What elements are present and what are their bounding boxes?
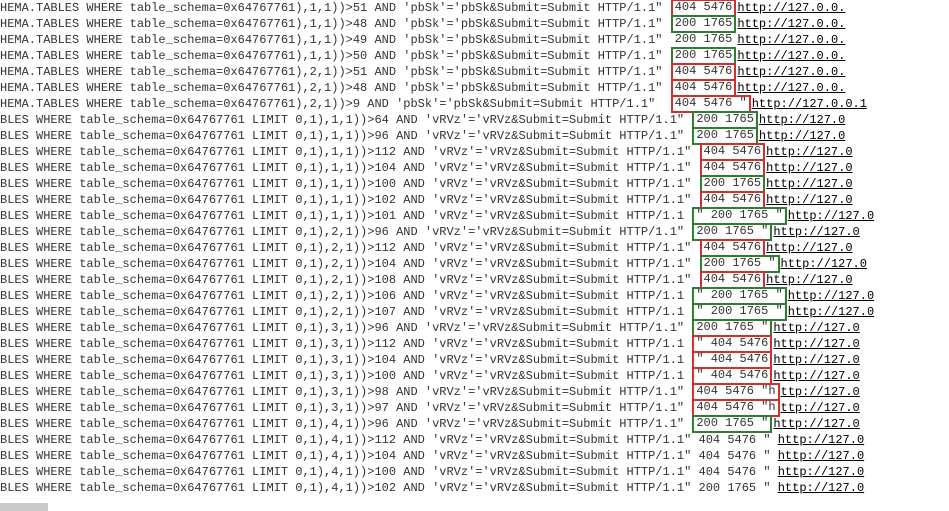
log-line: BLES WHERE table_schema=0x64767761 LIMIT… [0, 144, 949, 160]
referer-link[interactable]: http://127.0 [778, 464, 864, 480]
log-line: BLES WHERE table_schema=0x64767761 LIMIT… [0, 112, 949, 128]
referer-link[interactable]: http://127.0.0.1 [752, 96, 867, 112]
log-line: BLES WHERE table_schema=0x64767761 LIMIT… [0, 256, 949, 272]
log-line: HEMA.TABLES WHERE table_schema=0x6476776… [0, 80, 949, 96]
request-text: BLES WHERE table_schema=0x64767761 LIMIT… [0, 320, 691, 336]
request-text: HEMA.TABLES WHERE table_schema=0x6476776… [0, 80, 670, 96]
referer-link[interactable]: http://127.0 [773, 416, 859, 432]
referer-link[interactable]: http://127.0.0. [737, 0, 845, 16]
request-text: BLES WHERE table_schema=0x64767761 LIMIT… [0, 368, 691, 384]
log-line: HEMA.TABLES WHERE table_schema=0x6476776… [0, 16, 949, 32]
request-text: HEMA.TABLES WHERE table_schema=0x6476776… [0, 0, 670, 16]
request-text: BLES WHERE table_schema=0x64767761 LIMIT… [0, 192, 699, 208]
request-text: BLES WHERE table_schema=0x64767761 LIMIT… [0, 384, 691, 400]
referer-link[interactable]: http://127.0 [778, 480, 864, 496]
log-line: BLES WHERE table_schema=0x64767761 LIMIT… [0, 128, 949, 144]
log-line: BLES WHERE table_schema=0x64767761 LIMIT… [0, 368, 949, 384]
log-line: BLES WHERE table_schema=0x64767761 LIMIT… [0, 416, 949, 432]
request-text: BLES WHERE table_schema=0x64767761 LIMIT… [0, 208, 691, 224]
request-text: BLES WHERE table_schema=0x64767761 LIMIT… [0, 224, 691, 240]
referer-link[interactable]: http://127.0 [788, 288, 874, 304]
referer-link[interactable]: http://127.0 [766, 272, 852, 288]
request-text: BLES WHERE table_schema=0x64767761 LIMIT… [0, 128, 691, 144]
referer-link[interactable]: http://127.0 [773, 336, 859, 352]
referer-link[interactable]: http://127.0 [788, 208, 874, 224]
request-text: BLES WHERE table_schema=0x64767761 LIMIT… [0, 448, 778, 464]
log-line: HEMA.TABLES WHERE table_schema=0x6476776… [0, 48, 949, 64]
request-text: BLES WHERE table_schema=0x64767761 LIMIT… [0, 416, 691, 432]
request-text: HEMA.TABLES WHERE table_schema=0x6476776… [0, 48, 670, 64]
request-text: BLES WHERE table_schema=0x64767761 LIMIT… [0, 256, 699, 272]
log-line: BLES WHERE table_schema=0x64767761 LIMIT… [0, 176, 949, 192]
referer-link[interactable]: http://127.0.0. [737, 32, 845, 48]
log-line: BLES WHERE table_schema=0x64767761 LIMIT… [0, 288, 949, 304]
referer-link[interactable]: http://127.0 [773, 368, 859, 384]
request-text: BLES WHERE table_schema=0x64767761 LIMIT… [0, 272, 699, 288]
referer-link[interactable]: http://127.0 [788, 304, 874, 320]
log-line: BLES WHERE table_schema=0x64767761 LIMIT… [0, 464, 949, 480]
log-line: BLES WHERE table_schema=0x64767761 LIMIT… [0, 352, 949, 368]
log-line: BLES WHERE table_schema=0x64767761 LIMIT… [0, 432, 949, 448]
referer-link[interactable]: http://127.0 [773, 320, 859, 336]
log-line: BLES WHERE table_schema=0x64767761 LIMIT… [0, 240, 949, 256]
log-line: HEMA.TABLES WHERE table_schema=0x6476776… [0, 0, 949, 16]
request-text: HEMA.TABLES WHERE table_schema=0x6476776… [0, 16, 670, 32]
referer-link[interactable]: ttp://127.0 [781, 384, 860, 400]
log-line: BLES WHERE table_schema=0x64767761 LIMIT… [0, 224, 949, 240]
log-line: BLES WHERE table_schema=0x64767761 LIMIT… [0, 304, 949, 320]
referer-link[interactable]: http://127.0 [781, 256, 867, 272]
log-line: BLES WHERE table_schema=0x64767761 LIMIT… [0, 160, 949, 176]
log-line: HEMA.TABLES WHERE table_schema=0x6476776… [0, 64, 949, 80]
request-text: HEMA.TABLES WHERE table_schema=0x6476776… [0, 32, 670, 48]
request-text: BLES WHERE table_schema=0x64767761 LIMIT… [0, 176, 699, 192]
request-text: BLES WHERE table_schema=0x64767761 LIMIT… [0, 480, 778, 496]
request-text: BLES WHERE table_schema=0x64767761 LIMIT… [0, 112, 691, 128]
scrollbar-track[interactable] [0, 503, 48, 511]
referer-link[interactable]: http://127.0 [773, 224, 859, 240]
request-text: BLES WHERE table_schema=0x64767761 LIMIT… [0, 352, 691, 368]
referer-link[interactable]: http://127.0 [766, 240, 852, 256]
request-text: BLES WHERE table_schema=0x64767761 LIMIT… [0, 144, 699, 160]
referer-link[interactable]: http://127.0 [766, 144, 852, 160]
request-text: BLES WHERE table_schema=0x64767761 LIMIT… [0, 464, 778, 480]
request-text: BLES WHERE table_schema=0x64767761 LIMIT… [0, 336, 691, 352]
log-line: BLES WHERE table_schema=0x64767761 LIMIT… [0, 448, 949, 464]
log-line: BLES WHERE table_schema=0x64767761 LIMIT… [0, 192, 949, 208]
request-text: HEMA.TABLES WHERE table_schema=0x6476776… [0, 96, 670, 112]
request-text: BLES WHERE table_schema=0x64767761 LIMIT… [0, 288, 691, 304]
log-line: BLES WHERE table_schema=0x64767761 LIMIT… [0, 272, 949, 288]
referer-link[interactable]: http://127.0 [759, 112, 845, 128]
referer-link[interactable]: http://127.0.0. [737, 16, 845, 32]
referer-link[interactable]: http://127.0.0. [737, 64, 845, 80]
referer-link[interactable]: http://127.0.0. [737, 80, 845, 96]
request-text: BLES WHERE table_schema=0x64767761 LIMIT… [0, 240, 699, 256]
referer-link[interactable]: http://127.0 [778, 432, 864, 448]
log-line: HEMA.TABLES WHERE table_schema=0x6476776… [0, 96, 949, 112]
referer-link[interactable]: http://127.0 [766, 176, 852, 192]
log-line: HEMA.TABLES WHERE table_schema=0x6476776… [0, 32, 949, 48]
request-text: BLES WHERE table_schema=0x64767761 LIMIT… [0, 160, 699, 176]
log-line: BLES WHERE table_schema=0x64767761 LIMIT… [0, 320, 949, 336]
request-text: HEMA.TABLES WHERE table_schema=0x6476776… [0, 64, 670, 80]
log-line: BLES WHERE table_schema=0x64767761 LIMIT… [0, 336, 949, 352]
referer-link[interactable]: http://127.0 [766, 192, 852, 208]
log-line: BLES WHERE table_schema=0x64767761 LIMIT… [0, 208, 949, 224]
referer-link[interactable]: http://127.0.0. [737, 48, 845, 64]
request-text: BLES WHERE table_schema=0x64767761 LIMIT… [0, 304, 691, 320]
referer-link[interactable]: http://127.0 [773, 352, 859, 368]
referer-link[interactable]: http://127.0 [766, 160, 852, 176]
referer-link[interactable]: http://127.0 [759, 128, 845, 144]
referer-link[interactable]: ttp://127.0 [781, 400, 860, 416]
referer-link[interactable]: http://127.0 [778, 448, 864, 464]
request-text: BLES WHERE table_schema=0x64767761 LIMIT… [0, 432, 778, 448]
request-text: BLES WHERE table_schema=0x64767761 LIMIT… [0, 400, 691, 416]
log-line: BLES WHERE table_schema=0x64767761 LIMIT… [0, 400, 949, 416]
status-200-box: 200 1765 " [692, 415, 772, 433]
log-line: BLES WHERE table_schema=0x64767761 LIMIT… [0, 384, 949, 400]
http-log: HEMA.TABLES WHERE table_schema=0x6476776… [0, 0, 949, 496]
log-line: BLES WHERE table_schema=0x64767761 LIMIT… [0, 480, 949, 496]
